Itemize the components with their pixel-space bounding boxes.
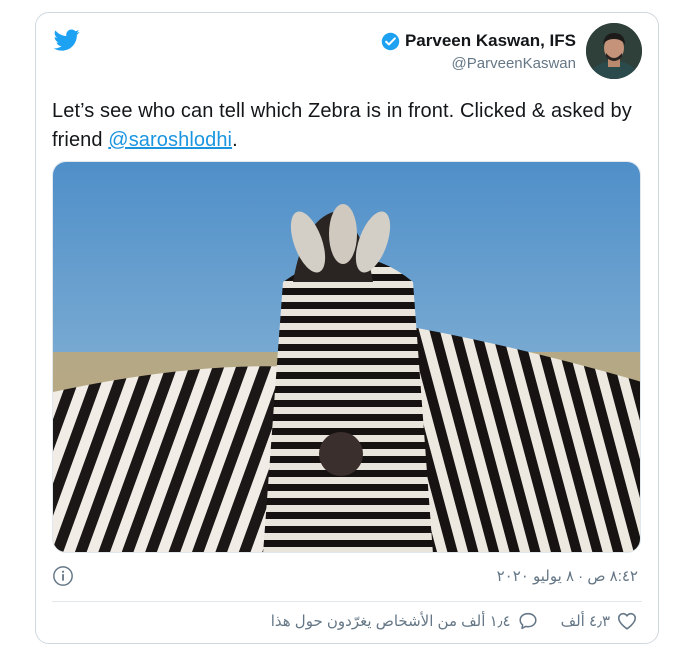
speech-bubble-icon [519,612,537,630]
heart-icon [617,612,637,630]
like-button[interactable]: ٤٫٣ ألف [561,610,638,632]
divider [52,601,642,602]
author-block[interactable]: Parveen Kaswan, IFS @ParveenKaswan [381,31,576,72]
mention-link[interactable]: @saroshlodhi [108,129,232,151]
avatar[interactable] [586,23,642,79]
reply-count: ١٫٤ ألف من الأشخاص يغرّدون حول هذا [270,613,511,630]
tweet-card[interactable]: Parveen Kaswan, IFS @ParveenKaswan Let’s… [35,12,659,644]
verified-badge-icon [381,32,400,50]
tweet-timestamp[interactable]: ٨:٤٢ ص · ٨ يوليو ٢٠٢٠ [497,567,638,585]
reply-button[interactable]: ١٫٤ ألف من الأشخاص يغرّدون حول هذا [271,610,539,632]
author-handle[interactable]: @ParveenKaswan [381,55,576,72]
info-icon[interactable] [52,565,74,587]
tweet-photo[interactable] [52,161,641,553]
like-count: ٤٫٣ ألف [560,613,610,630]
tweet-actions: ٤٫٣ ألف ١٫٤ ألف من الأشخاص يغرّدون حول ه… [271,610,638,632]
tweet-text: Let’s see who can tell which Zebra is in… [52,97,652,155]
tweet-text-end: . [232,129,238,151]
author-name[interactable]: Parveen Kaswan, IFS [405,31,576,51]
twitter-bird-icon[interactable] [52,27,82,53]
